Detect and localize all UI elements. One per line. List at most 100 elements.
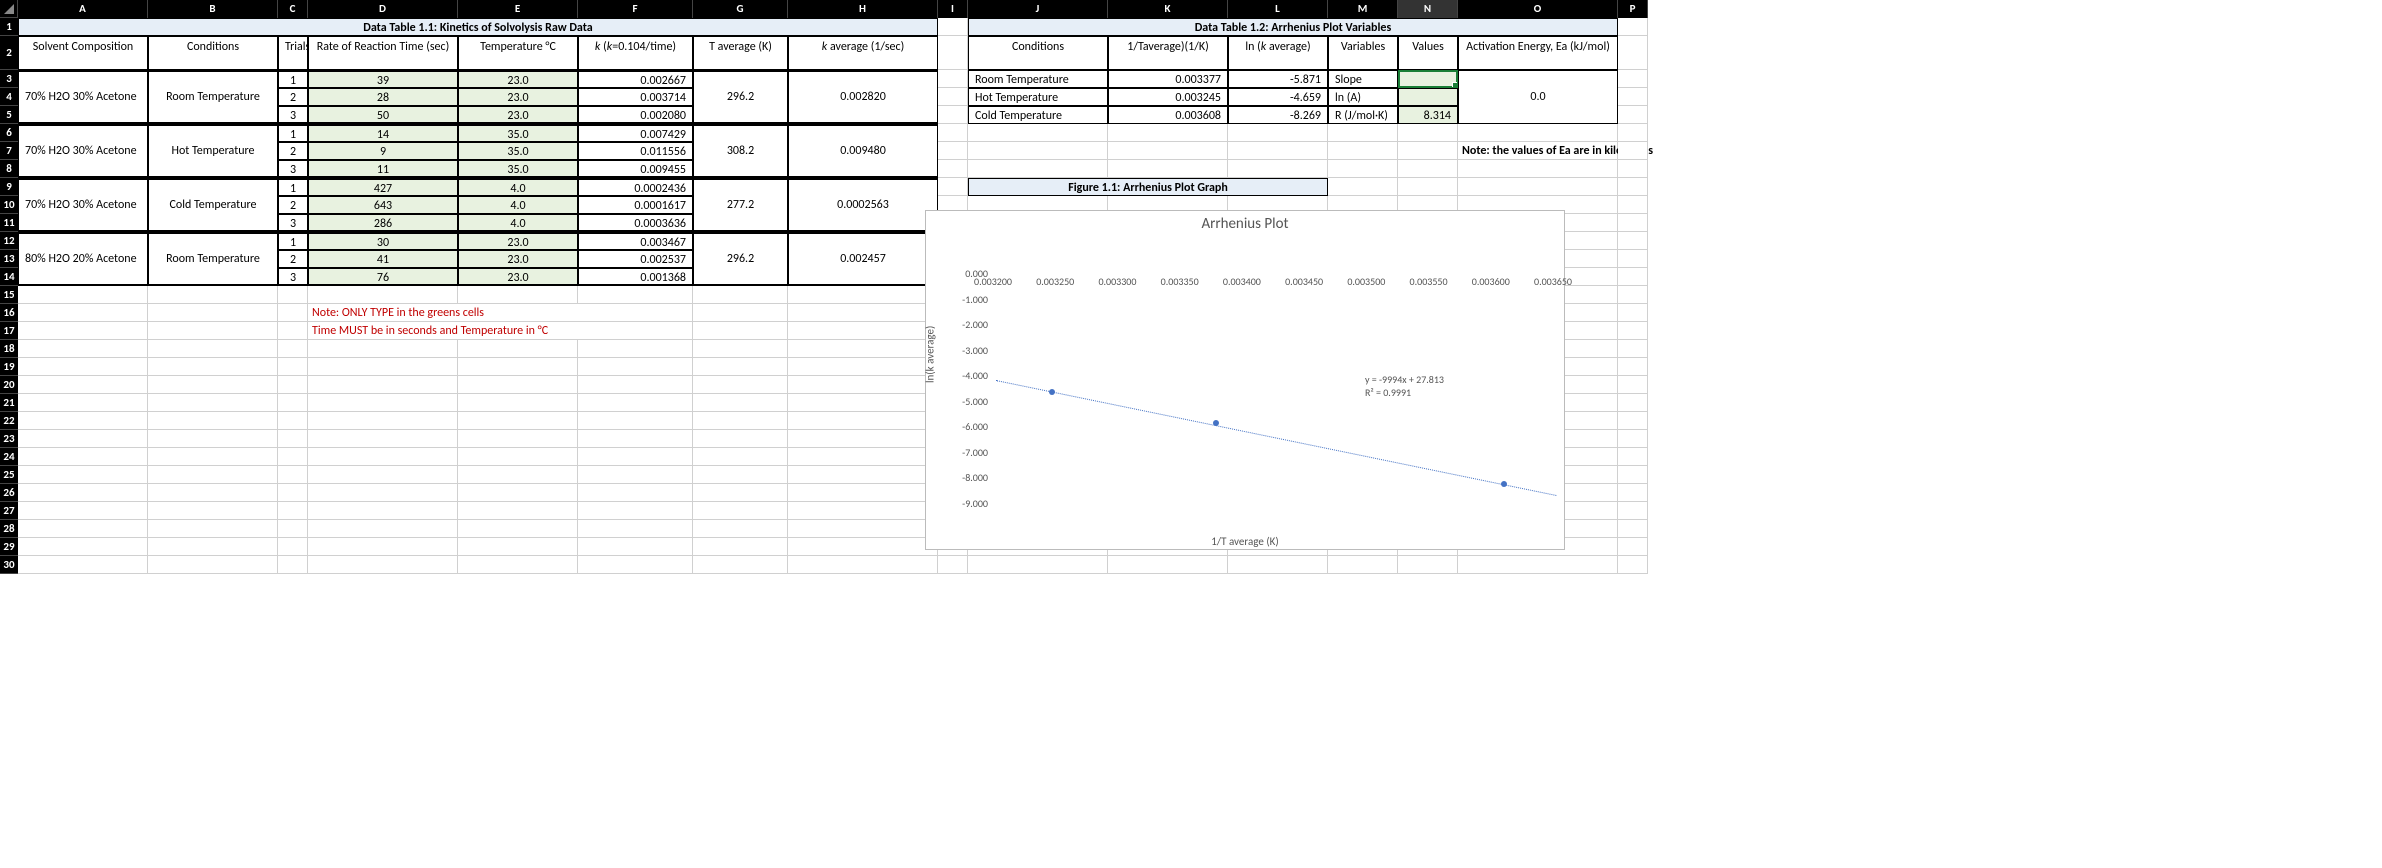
cell-L7[interactable] [1228,142,1328,160]
row-header-10[interactable]: 10 [0,196,18,214]
cell-D28[interactable] [308,520,458,538]
cell-A25[interactable] [18,466,148,484]
cell-E24[interactable] [458,448,578,466]
cell-H27[interactable] [788,502,938,520]
row-header-13[interactable]: 13 [0,250,18,268]
cell-P3[interactable] [1618,70,1648,88]
cell-P15[interactable] [1618,286,1648,304]
row-header-17[interactable]: 17 [0,322,18,340]
cell-G23[interactable] [693,430,788,448]
cell-H19[interactable] [788,358,938,376]
cell-P17[interactable] [1618,322,1648,340]
cell-G18[interactable] [693,340,788,358]
cell-A21[interactable] [18,394,148,412]
cell-F27[interactable] [578,502,693,520]
cell-P29[interactable] [1618,538,1648,556]
row-header-25[interactable]: 25 [0,466,18,484]
cell-D21[interactable] [308,394,458,412]
cell-P30[interactable] [1618,556,1648,574]
t1-temp-0-1[interactable]: 23.0 [458,88,578,106]
col-header-C[interactable]: C [278,0,308,18]
row-header-26[interactable]: 26 [0,484,18,502]
cell-M9[interactable] [1328,178,1398,196]
cell-M6[interactable] [1328,124,1398,142]
cell-D15[interactable] [308,286,458,304]
t1-time-1-1[interactable]: 9 [308,142,458,160]
cell-G28[interactable] [693,520,788,538]
cell-G30[interactable] [693,556,788,574]
col-header-H[interactable]: H [788,0,938,18]
cell-H17[interactable] [788,322,938,340]
row-header-30[interactable]: 30 [0,556,18,574]
cell-O6[interactable] [1458,124,1618,142]
cell-C21[interactable] [278,394,308,412]
cell-H30[interactable] [788,556,938,574]
cell-M30[interactable] [1328,556,1398,574]
cell-P18[interactable] [1618,340,1648,358]
cell-P9[interactable] [1618,178,1648,196]
t1-temp-1-1[interactable]: 35.0 [458,142,578,160]
cell-P5[interactable] [1618,106,1648,124]
cell-P10[interactable] [1618,196,1648,214]
cell-H25[interactable] [788,466,938,484]
cell-E21[interactable] [458,394,578,412]
cell-G20[interactable] [693,376,788,394]
cell-I3[interactable] [938,70,968,88]
cell-F28[interactable] [578,520,693,538]
cell-L6[interactable] [1228,124,1328,142]
cell-F21[interactable] [578,394,693,412]
cell-P13[interactable] [1618,250,1648,268]
cell-N9[interactable] [1398,178,1458,196]
cell-C26[interactable] [278,484,308,502]
row-header-8[interactable]: 8 [0,160,18,178]
cell-D24[interactable] [308,448,458,466]
col-header-J[interactable]: J [968,0,1108,18]
col-header-A[interactable]: A [18,0,148,18]
cell-P20[interactable] [1618,376,1648,394]
row-header-22[interactable]: 22 [0,412,18,430]
t1-temp-1-0[interactable]: 35.0 [458,124,578,142]
arrhenius-chart[interactable]: Arrhenius Plot 0.000-1.000-2.000-3.000-4… [925,210,1565,550]
cell-C29[interactable] [278,538,308,556]
cell-I30[interactable] [938,556,968,574]
cell-J30[interactable] [968,556,1108,574]
t1-time-2-1[interactable]: 643 [308,196,458,214]
cell-M7[interactable] [1328,142,1398,160]
cell-D20[interactable] [308,376,458,394]
cell-B29[interactable] [148,538,278,556]
row-header-11[interactable]: 11 [0,214,18,232]
cell-P24[interactable] [1618,448,1648,466]
cell-D25[interactable] [308,466,458,484]
row-header-20[interactable]: 20 [0,376,18,394]
cell-J8[interactable] [968,160,1108,178]
cell-G29[interactable] [693,538,788,556]
cell-A20[interactable] [18,376,148,394]
cell-A27[interactable] [18,502,148,520]
cell-E27[interactable] [458,502,578,520]
cell-C22[interactable] [278,412,308,430]
t1-temp-0-0[interactable]: 23.0 [458,70,578,88]
cell-C16[interactable] [278,304,308,322]
t1-time-1-2[interactable]: 11 [308,160,458,178]
cell-C18[interactable] [278,340,308,358]
cell-A26[interactable] [18,484,148,502]
col-header-N[interactable]: N [1398,0,1458,18]
cell-A19[interactable] [18,358,148,376]
cell-P27[interactable] [1618,502,1648,520]
cell-A28[interactable] [18,520,148,538]
cell-B20[interactable] [148,376,278,394]
cell-A29[interactable] [18,538,148,556]
t1-temp-2-1[interactable]: 4.0 [458,196,578,214]
col-header-D[interactable]: D [308,0,458,18]
t2-val-2[interactable]: 8.314 [1398,106,1458,124]
col-header-O[interactable]: O [1458,0,1618,18]
cell-G17[interactable] [693,322,788,340]
t1-time-0-0[interactable]: 39 [308,70,458,88]
t1-time-3-1[interactable]: 41 [308,250,458,268]
row-header-27[interactable]: 27 [0,502,18,520]
t1-temp-3-2[interactable]: 23.0 [458,268,578,286]
cell-F15[interactable] [578,286,693,304]
row-header-7[interactable]: 7 [0,142,18,160]
col-header-I[interactable]: I [938,0,968,18]
cell-P28[interactable] [1618,520,1648,538]
